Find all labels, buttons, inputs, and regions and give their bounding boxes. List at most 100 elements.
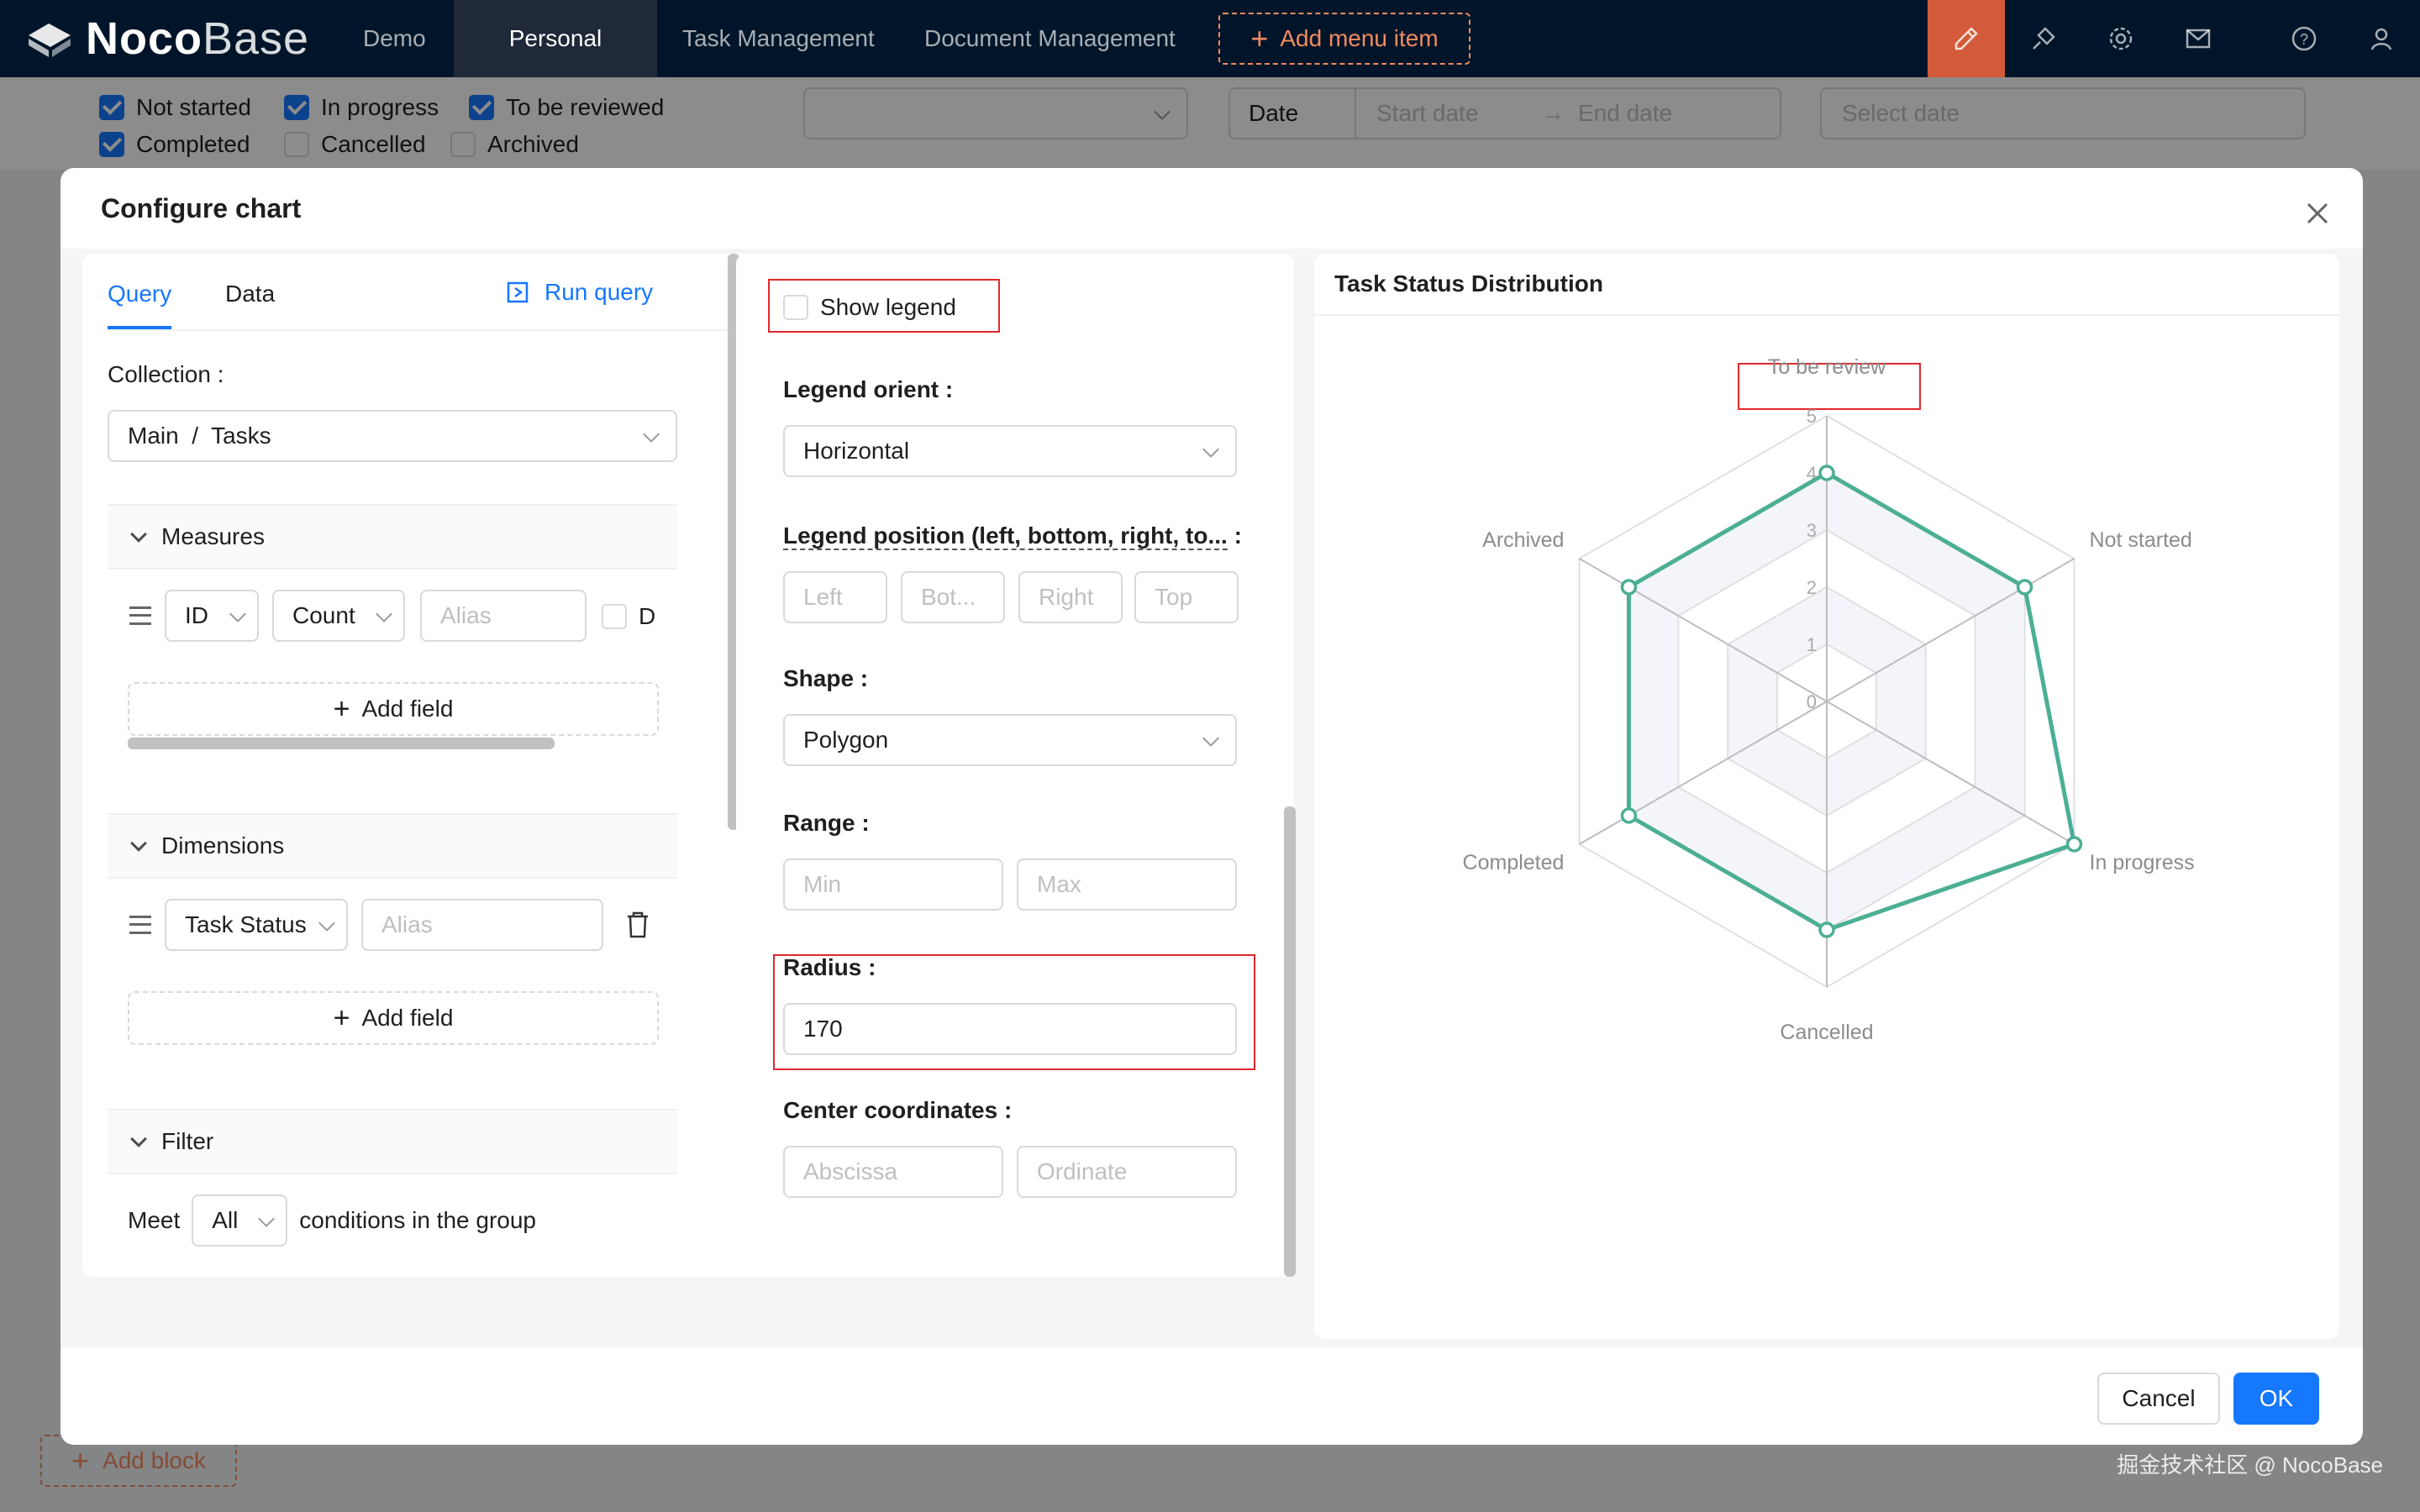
modal-body: Query Data Run query Collection : Main /…	[60, 249, 2363, 1347]
radar-data-point	[1818, 921, 1835, 938]
legend-top-input[interactable]: Top	[1134, 571, 1239, 623]
filter-logic-select[interactable]: All	[192, 1194, 288, 1247]
legend-position-label: Legend position (left, bottom, right, to…	[783, 522, 1242, 550]
settings-gear-icon[interactable]	[2082, 0, 2160, 77]
center-ordinate-input[interactable]: Ordinate	[1017, 1146, 1237, 1198]
legend-bottom-input[interactable]: Bot...	[901, 571, 1005, 623]
range-min-input[interactable]: Min	[783, 858, 1003, 911]
left-placeholder: Left	[803, 584, 843, 610]
chevron-down-icon	[318, 915, 335, 932]
range-max-input[interactable]: Max	[1017, 858, 1237, 911]
horizontal-scrollbar[interactable]	[128, 738, 555, 749]
shape-label-text: Shape	[783, 665, 855, 691]
dimension-alias-input[interactable]: Alias	[361, 899, 603, 951]
radar-data-point	[1620, 579, 1638, 596]
radar-indicator-label: Not started	[2090, 528, 2192, 552]
radar-indicator-label: In progress	[2090, 851, 2195, 874]
add-menu-item-button[interactable]: + Add menu item	[1218, 13, 1470, 65]
nav-demo[interactable]: Demo	[338, 0, 451, 77]
nav-personal-panel[interactable]: Personal Panel	[454, 0, 657, 129]
collection-select[interactable]: Main / Tasks	[108, 410, 677, 462]
chevron-down-icon	[229, 606, 246, 622]
collection-value: Main / Tasks	[128, 423, 271, 449]
legend-orient-value: Horizontal	[803, 438, 910, 464]
chevron-down-icon	[130, 835, 147, 852]
measure-alias-input[interactable]: Alias	[420, 590, 587, 642]
measure-aggregation-select[interactable]: Count	[272, 590, 405, 642]
delete-trash-icon[interactable]	[625, 911, 650, 945]
radar-indicator-label: Cancelled	[1780, 1021, 1873, 1044]
logo-light: Base	[203, 13, 310, 64]
filter-suffix-label: conditions in the group	[299, 1207, 536, 1233]
tab-data[interactable]: Data	[225, 281, 275, 307]
add-dimension-field-button[interactable]: + Add field	[128, 991, 659, 1045]
logo-text: NocoBase	[86, 13, 309, 65]
legend-orient-label: Legend orient :	[783, 376, 954, 402]
radar-tick-label: 2	[1807, 577, 1817, 598]
shape-select[interactable]: Polygon	[783, 714, 1237, 766]
ordinate-placeholder: Ordinate	[1037, 1158, 1128, 1184]
distinct-label: D	[639, 603, 656, 629]
top-placeholder: Top	[1155, 584, 1193, 610]
radar-data-point	[2016, 579, 2033, 596]
nav-task-management[interactable]: Task Management	[657, 0, 900, 77]
measure-distinct-checkbox[interactable]: D	[602, 603, 655, 630]
min-placeholder: Min	[803, 871, 842, 897]
radar-chart: 012345To be reviewNot startedIn progress…	[1463, 355, 2195, 1044]
radar-tick-label: 0	[1807, 691, 1817, 712]
dimension-field-select[interactable]: Task Status	[165, 899, 348, 951]
chevron-down-icon	[643, 426, 660, 443]
query-panel: Query Data Run query Collection : Main /…	[82, 254, 753, 1277]
run-query-button[interactable]: Run query	[506, 279, 653, 306]
bottom-placeholder: Bot...	[921, 584, 976, 610]
plus-icon: +	[333, 1001, 350, 1034]
plus-icon: +	[1250, 21, 1269, 55]
nav-document-management[interactable]: Document Management	[899, 0, 1201, 77]
measure-field-select[interactable]: ID	[165, 590, 259, 642]
logo-bold: Noco	[86, 13, 203, 64]
plugin-icon[interactable]	[2005, 0, 2082, 77]
radar-tick-label: 3	[1807, 520, 1817, 541]
config-panel-wrapper: Show legend Legend orient : Horizontal L…	[736, 254, 1361, 1277]
dimensions-title: Dimensions	[161, 832, 285, 858]
alias-placeholder: Alias	[381, 911, 433, 937]
measures-section-header[interactable]: Measures	[108, 504, 677, 570]
abscissa-placeholder: Abscissa	[803, 1158, 898, 1184]
chart-header-divider	[1314, 314, 2339, 316]
legend-left-input[interactable]: Left	[783, 571, 887, 623]
range-label: Range :	[783, 810, 870, 836]
nocobase-logo[interactable]: NocoBase	[25, 12, 309, 66]
radar-tick-label: 5	[1807, 406, 1817, 427]
drag-handle-icon[interactable]	[129, 606, 151, 625]
cancel-button[interactable]: Cancel	[2097, 1373, 2220, 1425]
center-abscissa-input[interactable]: Abscissa	[783, 1146, 1003, 1198]
add-measure-field-button[interactable]: + Add field	[128, 682, 659, 736]
dimensions-section-header[interactable]: Dimensions	[108, 813, 677, 879]
close-icon[interactable]	[2301, 197, 2334, 230]
filter-section-header[interactable]: Filter	[108, 1109, 677, 1174]
legend-right-input[interactable]: Right	[1018, 571, 1123, 623]
filter-title: Filter	[161, 1128, 214, 1154]
user-avatar-icon[interactable]	[2343, 0, 2420, 77]
watermark: 掘金技术社区 @ NocoBase	[2117, 1452, 2383, 1478]
show-legend-highlight-box	[768, 279, 1000, 333]
mail-icon[interactable]	[2160, 0, 2237, 77]
chevron-down-icon	[1202, 730, 1219, 747]
measure-field-value: ID	[185, 602, 208, 628]
filter-logic-value: All	[212, 1207, 239, 1233]
collection-label-text: Collection	[108, 361, 211, 387]
chart-title: Task Status Distribution	[1334, 270, 1603, 297]
meet-label: Meet	[128, 1207, 181, 1233]
config-panel-scrollbar[interactable]	[1284, 806, 1296, 1277]
logo-icon	[29, 24, 71, 57]
tab-query[interactable]: Query	[108, 281, 171, 307]
max-placeholder: Max	[1037, 871, 1081, 897]
ok-button[interactable]: OK	[2233, 1373, 2319, 1425]
ui-editor-icon[interactable]	[1928, 0, 2005, 77]
filter-condition-row: Meet All conditions in the group	[128, 1194, 536, 1247]
drag-handle-icon[interactable]	[129, 916, 151, 934]
legend-orient-select[interactable]: Horizontal	[783, 425, 1237, 477]
help-question-icon[interactable]: ?	[2265, 0, 2343, 77]
plus-icon: +	[333, 692, 350, 725]
run-query-label: Run query	[544, 279, 654, 305]
